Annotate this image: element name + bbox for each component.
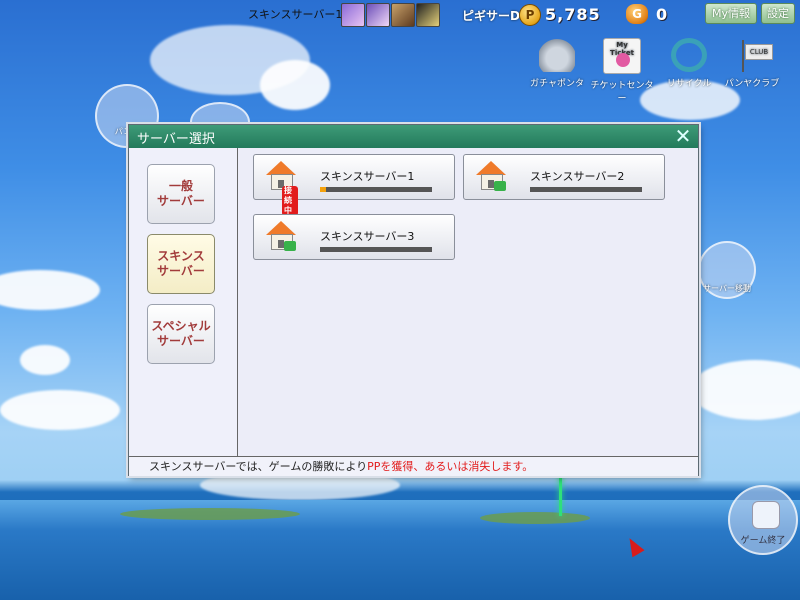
server-card-1[interactable]: 接続中 スキンスサーバー1 — [253, 154, 455, 216]
server-load-fill — [320, 187, 326, 192]
dialog-footer-note: スキンスサーバーでは、ゲームの勝敗によりPPを獲得、あるいは消失します。 — [129, 456, 698, 476]
exit-icon — [752, 501, 780, 529]
party-avatar-3[interactable] — [391, 3, 415, 27]
settings-button[interactable]: 設定 — [761, 3, 795, 24]
pp-coin-icon: P — [519, 4, 541, 26]
category-panel: 一般 サーバー スキンス サーバー スペシャル サーバー — [129, 148, 238, 456]
g-balance: 0 — [656, 5, 668, 24]
club-icon — [734, 38, 773, 72]
recycle-label: リサイクル — [666, 79, 712, 89]
category-skins-button[interactable]: スキンス サーバー — [147, 234, 215, 294]
current-server-label: スキンスサーバー1 — [248, 8, 343, 21]
ticket-center-label: チケットセンター — [590, 81, 654, 104]
server-house-icon — [264, 219, 298, 253]
footer-highlight: PPを獲得、あるいは消失します。 — [367, 460, 534, 473]
game-end-label: ゲーム終了 — [740, 536, 786, 546]
server-card-2[interactable]: スキンスサーバー2 — [463, 154, 665, 200]
footer-text: スキンスサーバーでは、ゲームの勝敗により — [149, 460, 368, 473]
server-house-icon — [474, 159, 508, 193]
server-name: スキンスサーバー1 — [320, 170, 415, 183]
server-load-bar — [320, 247, 432, 252]
server-move-button[interactable]: サーバー移動 — [698, 241, 756, 299]
dialog-title-bar: サーバー選択 ✕ — [129, 125, 698, 148]
user-name: ピギサーD — [462, 9, 520, 23]
green-beam — [559, 470, 562, 516]
server-name: スキンスサーバー3 — [320, 230, 415, 243]
recycle-icon — [671, 38, 707, 72]
gacha-button[interactable]: ガチャポンタ — [522, 38, 592, 89]
dialog-title: サーバー選択 — [137, 132, 215, 147]
game-end-button[interactable]: ゲーム終了 — [728, 485, 798, 555]
server-select-dialog: サーバー選択 ✕ 一般 サーバー スキンス サーバー スペシャル サーバー 接続… — [128, 124, 699, 476]
server-load-bar — [320, 187, 432, 192]
category-general-button[interactable]: 一般 サーバー — [147, 164, 215, 224]
gacha-icon — [539, 38, 575, 72]
recycle-button[interactable]: リサイクル — [654, 38, 724, 89]
ticket-icon: My Ticket — [603, 38, 641, 74]
server-card-3[interactable]: スキンスサーバー3 — [253, 214, 455, 260]
party-avatar-2[interactable] — [366, 3, 390, 27]
island — [120, 508, 300, 520]
enter-arrow-icon — [494, 181, 506, 191]
party-avatar-1[interactable] — [341, 3, 365, 27]
connected-badge: 接続中 — [282, 186, 298, 216]
server-load-bar — [530, 187, 642, 192]
server-name: スキンスサーバー2 — [530, 170, 625, 183]
gacha-label: ガチャポンタ — [530, 79, 584, 89]
enter-arrow-icon — [284, 241, 296, 251]
close-icon[interactable]: ✕ — [674, 126, 692, 146]
club-button[interactable]: パンヤクラブ — [717, 38, 787, 89]
party-avatar-4[interactable] — [416, 3, 440, 27]
category-special-button[interactable]: スペシャル サーバー — [147, 304, 215, 364]
ticket-center-button[interactable]: My Ticket チケットセンター — [587, 38, 657, 104]
g-coin-icon: G — [626, 4, 648, 24]
my-info-button[interactable]: My情報 — [705, 3, 757, 24]
sea — [0, 500, 800, 600]
island — [480, 512, 590, 524]
pp-balance: 5,785 — [545, 5, 601, 24]
server-house-icon: 接続中 — [264, 159, 298, 216]
club-label: パンヤクラブ — [724, 79, 780, 89]
